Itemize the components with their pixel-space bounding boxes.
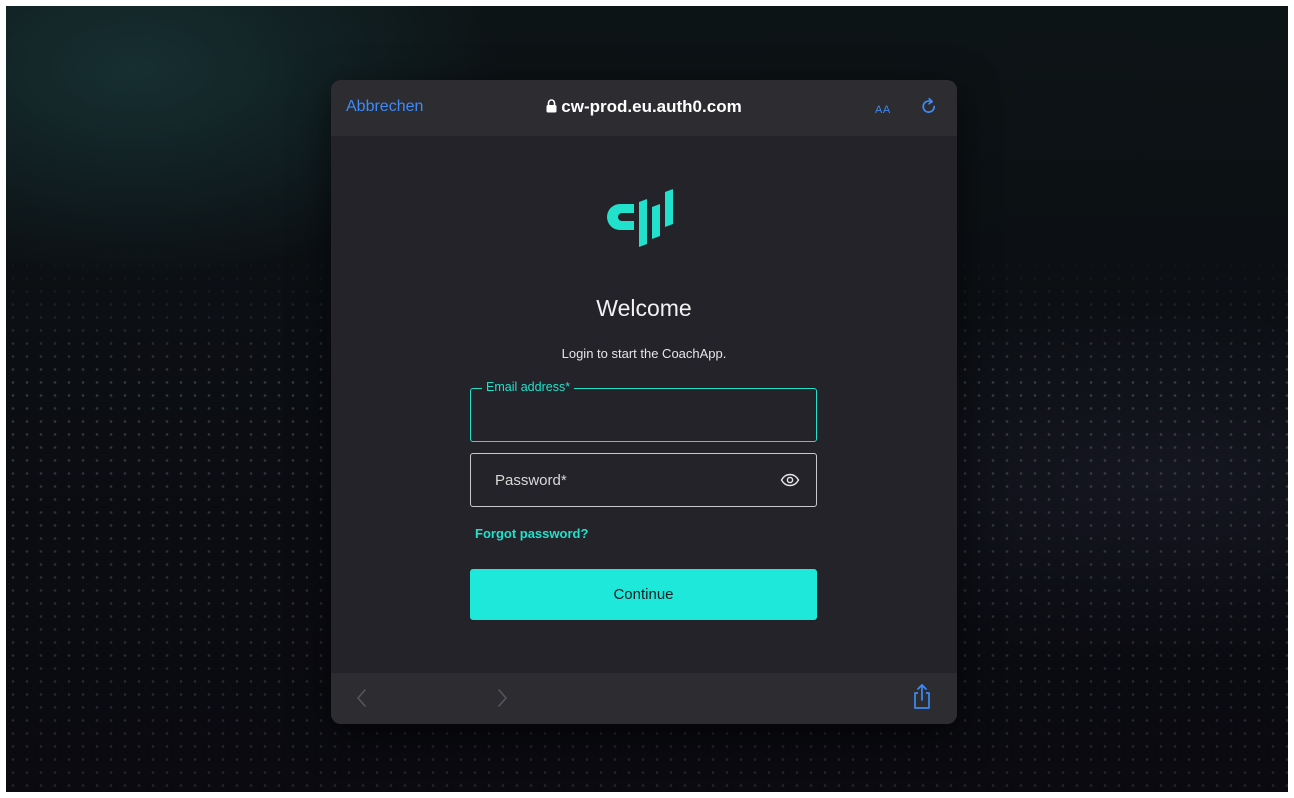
email-label: Email address* (482, 380, 575, 394)
lock-icon (546, 99, 557, 113)
forgot-password-link[interactable]: Forgot password? (475, 526, 588, 541)
continue-button[interactable]: Continue (470, 569, 817, 620)
share-icon[interactable] (911, 683, 933, 711)
text-size-label: AA (875, 104, 891, 116)
eye-icon[interactable] (780, 472, 800, 488)
password-field[interactable]: Password* (470, 453, 817, 507)
email-field[interactable]: Email address* (470, 380, 817, 442)
cancel-button[interactable]: Abbrechen (346, 98, 423, 116)
coachapp-logo (607, 189, 673, 247)
address-bar: cw-prod.eu.auth0.com (331, 97, 957, 117)
browser-bottom-bar (331, 673, 957, 724)
browser-top-bar: Abbrechen cw-prod.eu.auth0.com AA (331, 80, 957, 136)
chevron-right-icon[interactable] (495, 686, 509, 710)
text-size-button[interactable]: AA (875, 100, 891, 116)
login-subtitle: Login to start the CoachApp. (561, 346, 727, 361)
chevron-left-icon[interactable] (355, 686, 369, 710)
auth-browser-sheet: Abbrechen cw-prod.eu.auth0.com AA Welcom… (331, 80, 957, 724)
welcome-title: Welcome (596, 295, 692, 321)
password-placeholder: Password* (495, 472, 567, 489)
url-text[interactable]: cw-prod.eu.auth0.com (561, 97, 741, 116)
reload-icon[interactable] (919, 97, 939, 117)
